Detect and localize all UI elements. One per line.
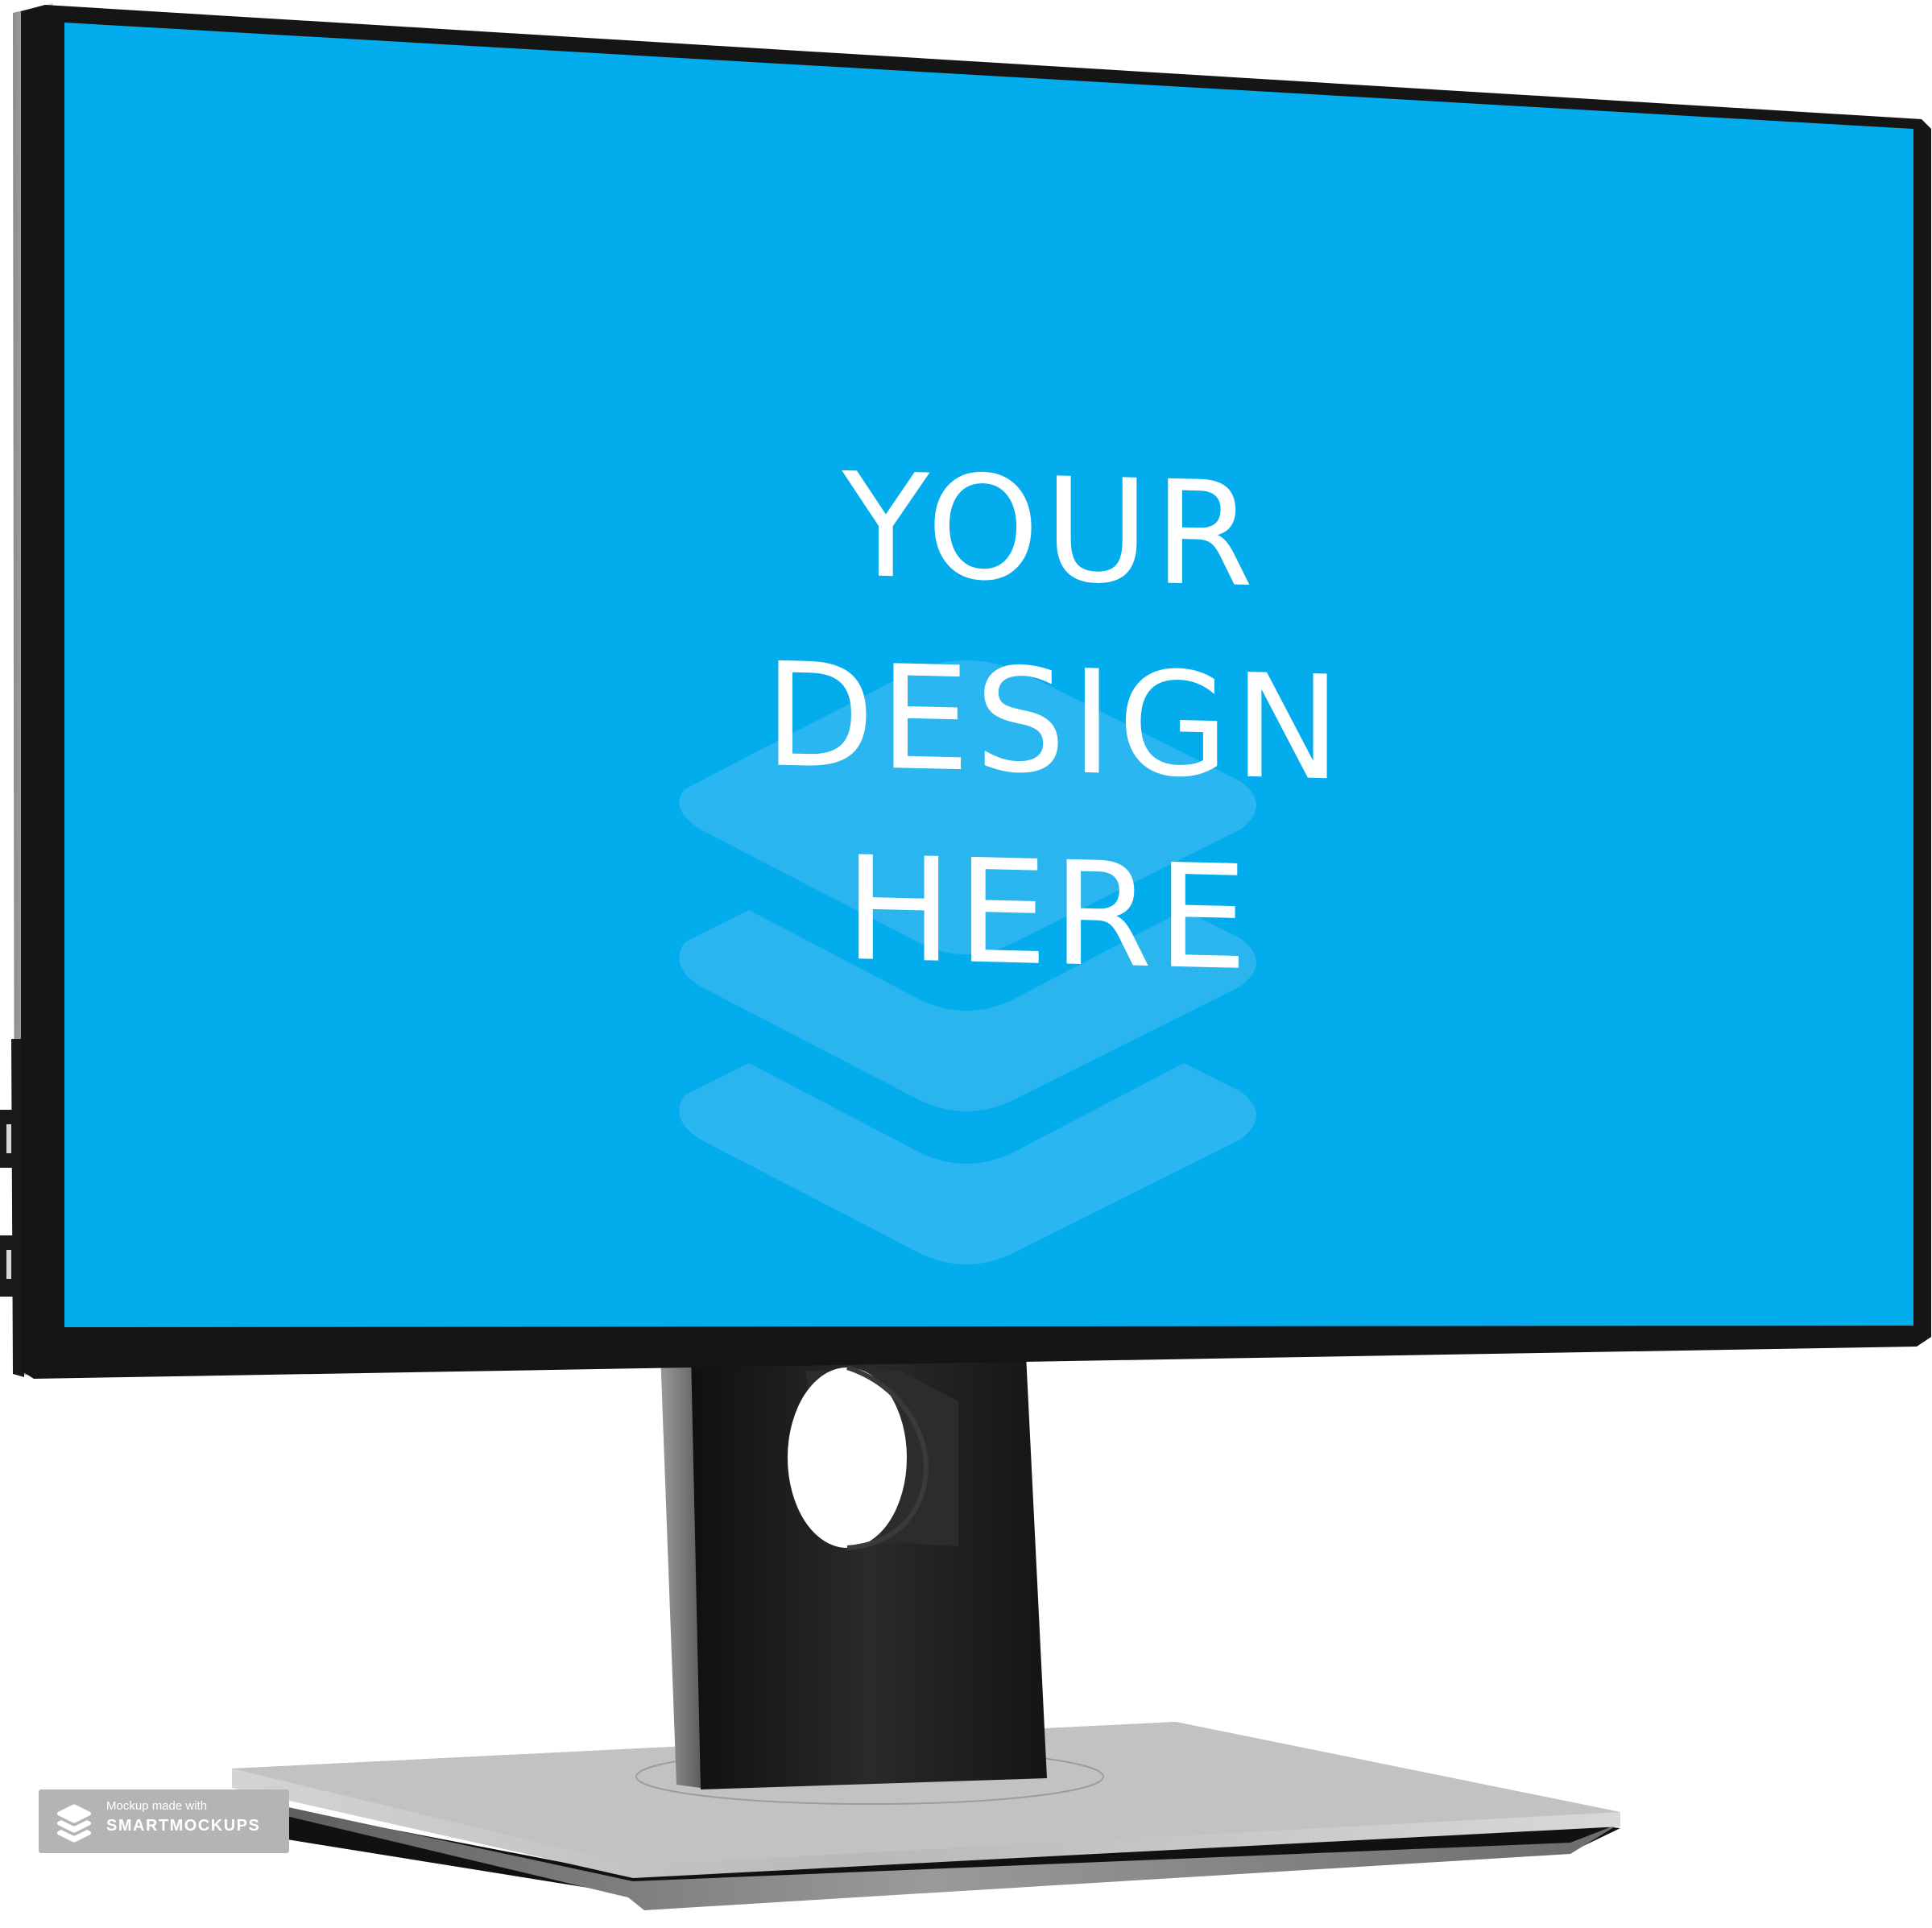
screen-headline: YOUR DESIGN HERE [693, 435, 1417, 1010]
smartmockups-watermark: Mockup made with SMARTMOCKUPS [39, 1789, 289, 1853]
watermark-brand: SMARTMOCKUPS [106, 1817, 261, 1835]
cable-hole [788, 1367, 907, 1548]
watermark-caption: Mockup made with [106, 1799, 208, 1813]
headline-line: YOUR [842, 441, 1259, 619]
headline-line: HERE [844, 825, 1253, 1003]
layers-icon [57, 1804, 91, 1843]
headline-line: DESIGN [763, 631, 1347, 813]
stand-neck [660, 1353, 1047, 1789]
